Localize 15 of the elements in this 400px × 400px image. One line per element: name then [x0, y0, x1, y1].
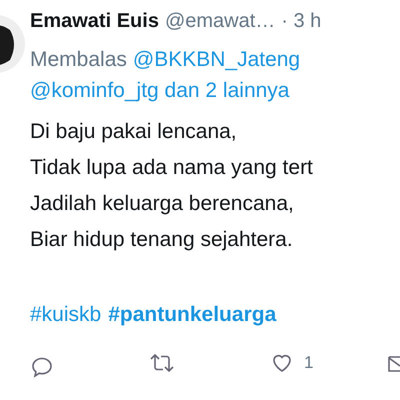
tweet-time: · 3 h	[281, 9, 322, 34]
tweet-text-line: Tidak lupa ada nama yang tert	[30, 155, 313, 181]
tweet-text-line: Di baju pakai lencana,	[30, 119, 237, 145]
tweet-text-line: Jadilah keluarga berencana,	[30, 191, 294, 217]
reply-label: Membalas	[30, 47, 127, 73]
retweet-icon[interactable]	[148, 351, 176, 375]
author-handle[interactable]: @emawat…	[164, 6, 276, 36]
reply-icon[interactable]	[30, 355, 54, 379]
hashtag-link[interactable]: #pantunkeluarga	[108, 300, 276, 330]
mention-link[interactable]: @BKKBN_Jateng	[132, 44, 300, 75]
like-count: 1	[304, 353, 314, 373]
author-name[interactable]: Emawati Euis	[30, 6, 159, 36]
tweet-text-line: Biar hidup tenang sejahtera.	[30, 227, 293, 253]
hashtag-link[interactable]: #kuiskb	[30, 300, 102, 330]
mention-link[interactable]: @kominfo_jtg dan 2 lainnya	[30, 75, 290, 106]
